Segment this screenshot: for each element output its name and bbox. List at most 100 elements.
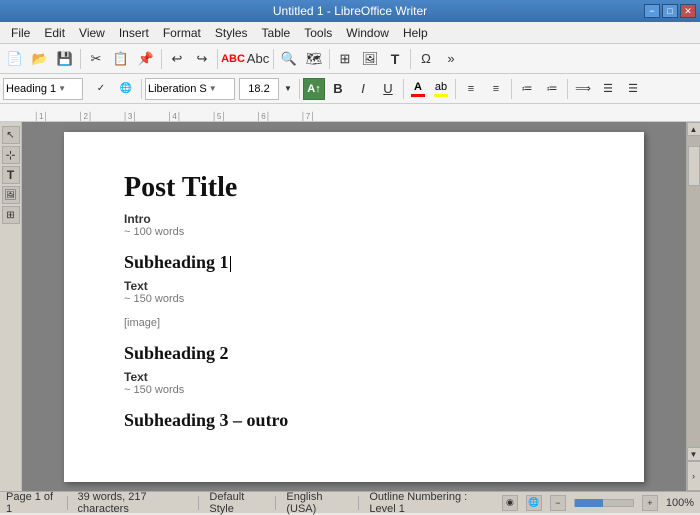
fmt-sep-1: [141, 79, 142, 99]
table-button[interactable]: ⊞: [333, 47, 357, 71]
menu-table[interactable]: Table: [255, 24, 298, 42]
fmt-sep-6: [567, 79, 568, 99]
status-sep-4: [358, 496, 359, 510]
highlight-color-bar: [434, 94, 448, 97]
fmt-sep-2: [299, 79, 300, 99]
zoom-slider[interactable]: [574, 499, 634, 507]
statusbar: Page 1 of 1 39 words, 217 characters Def…: [0, 491, 700, 513]
style-apply-btn[interactable]: ✓: [89, 77, 113, 101]
align-justify-btn[interactable]: ☰: [596, 77, 620, 101]
textbox-button[interactable]: T: [383, 47, 407, 71]
navigator-button[interactable]: 🗺: [302, 47, 326, 71]
copy-button[interactable]: 📋: [109, 47, 133, 71]
tool-arrow[interactable]: ↖: [2, 126, 20, 144]
status-right: ◉ 🌐 − + 100%: [502, 495, 694, 511]
toolbar-sep-2: [161, 49, 162, 69]
subheading2: Subheading 2: [124, 343, 594, 364]
outline-level: Outline Numbering : Level 1: [369, 491, 492, 515]
more-button[interactable]: »: [439, 47, 463, 71]
spellcheck-button[interactable]: ABC: [221, 47, 245, 71]
menu-view[interactable]: View: [72, 24, 112, 42]
list-unordered-btn[interactable]: ≔: [515, 77, 539, 101]
zoom-in-btn[interactable]: +: [642, 495, 658, 511]
menu-format[interactable]: Format: [156, 24, 208, 42]
save-button[interactable]: 💾: [53, 47, 77, 71]
scroll-down-button[interactable]: ▼: [687, 447, 700, 461]
menu-tools[interactable]: Tools: [297, 24, 339, 42]
scroll-thumb[interactable]: [688, 146, 700, 186]
image-placeholder: [image]: [124, 317, 594, 329]
undo-button[interactable]: ↩: [165, 47, 189, 71]
menu-file[interactable]: File: [4, 24, 37, 42]
font-color-icon: A: [414, 81, 422, 93]
highlight-color-btn[interactable]: ab: [430, 78, 452, 100]
toolbar-sep-6: [410, 49, 411, 69]
style-dropdown-arrow: ▼: [58, 84, 66, 93]
align-right-justify-btn[interactable]: ☰: [621, 77, 645, 101]
fmt-sep-3: [403, 79, 404, 99]
autocorrect-button[interactable]: Abc: [246, 47, 270, 71]
cut-button[interactable]: ✂: [84, 47, 108, 71]
align-left-btn[interactable]: ≡: [459, 77, 483, 101]
text2-label: Text: [124, 370, 594, 384]
menu-edit[interactable]: Edit: [37, 24, 72, 42]
increase-font-btn[interactable]: A↑: [303, 78, 325, 100]
font-dropdown-arrow: ▼: [209, 84, 217, 93]
scroll-track[interactable]: [687, 136, 700, 447]
italic-button[interactable]: I: [351, 77, 375, 101]
tool-text[interactable]: T: [2, 166, 20, 184]
document-page: Post Title Intro ~ 100 words Subheading …: [64, 132, 644, 482]
bold-button[interactable]: B: [326, 77, 350, 101]
language: English (USA): [286, 491, 348, 515]
indent-more-btn[interactable]: ⟹: [571, 77, 595, 101]
document-area[interactable]: Post Title Intro ~ 100 words Subheading …: [22, 122, 686, 491]
text1-meta: ~ 150 words: [124, 293, 594, 305]
font-color-btn[interactable]: A: [407, 78, 429, 100]
titlebar: Untitled 1 - LibreOffice Writer − □ ✕: [0, 0, 700, 22]
redo-button[interactable]: ↪: [190, 47, 214, 71]
scroll-up-button[interactable]: ▲: [687, 122, 700, 136]
find-button[interactable]: 🔍: [277, 47, 301, 71]
formatting-toolbar: Heading 1 ▼ ✓ 🌐 Liberation S ▼ ▼ A↑ B I …: [0, 74, 700, 104]
list-ordered-btn[interactable]: ≔: [540, 77, 564, 101]
zoom-out-btn[interactable]: −: [550, 495, 566, 511]
fmt-sep-5: [511, 79, 512, 99]
menubar: File Edit View Insert Format Styles Tabl…: [0, 22, 700, 44]
tool-cursor[interactable]: ⊹: [2, 146, 20, 164]
style-browse-btn[interactable]: 🌐: [114, 77, 138, 101]
close-button[interactable]: ✕: [680, 4, 696, 18]
toolbar-sep-3: [217, 49, 218, 69]
menu-insert[interactable]: Insert: [112, 24, 156, 42]
underline-button[interactable]: U: [376, 77, 400, 101]
view-normal-btn[interactable]: ◉: [502, 495, 518, 511]
doc-style: Default Style: [209, 491, 265, 515]
ruler: │1│ │2│ │3│ │4│ │5│ │6│ │7│: [0, 104, 700, 122]
new-button[interactable]: 📄: [3, 47, 27, 71]
text-cursor: [230, 256, 231, 272]
paste-button[interactable]: 📌: [134, 47, 158, 71]
view-web-btn[interactable]: 🌐: [526, 495, 542, 511]
status-sep-3: [275, 496, 276, 510]
tool-table[interactable]: ⊞: [2, 206, 20, 224]
status-sep-2: [198, 496, 199, 510]
font-size-arrow[interactable]: ▼: [280, 77, 296, 101]
menu-help[interactable]: Help: [396, 24, 435, 42]
font-size-input[interactable]: [239, 78, 279, 100]
align-center-btn[interactable]: ≡: [484, 77, 508, 101]
tool-image[interactable]: 🖼: [2, 186, 20, 204]
menu-styles[interactable]: Styles: [208, 24, 255, 42]
image-button[interactable]: 🖼: [358, 47, 382, 71]
menu-window[interactable]: Window: [339, 24, 396, 42]
minimize-button[interactable]: −: [644, 4, 660, 18]
scrollbar-right: ▲ ▼ ›: [686, 122, 700, 491]
font-dropdown[interactable]: Liberation S ▼: [145, 78, 235, 100]
ruler-marks: │1│ │2│ │3│ │4│ │5│ │6│ │7│: [34, 104, 345, 121]
highlight-icon: ab: [435, 81, 447, 93]
text1-label: Text: [124, 279, 594, 293]
special-char-button[interactable]: Ω: [414, 47, 438, 71]
collapse-panel-button[interactable]: ›: [687, 461, 700, 491]
maximize-button[interactable]: □: [662, 4, 678, 18]
page-info: Page 1 of 1: [6, 491, 57, 515]
style-dropdown[interactable]: Heading 1 ▼: [3, 78, 83, 100]
open-button[interactable]: 📂: [28, 47, 52, 71]
